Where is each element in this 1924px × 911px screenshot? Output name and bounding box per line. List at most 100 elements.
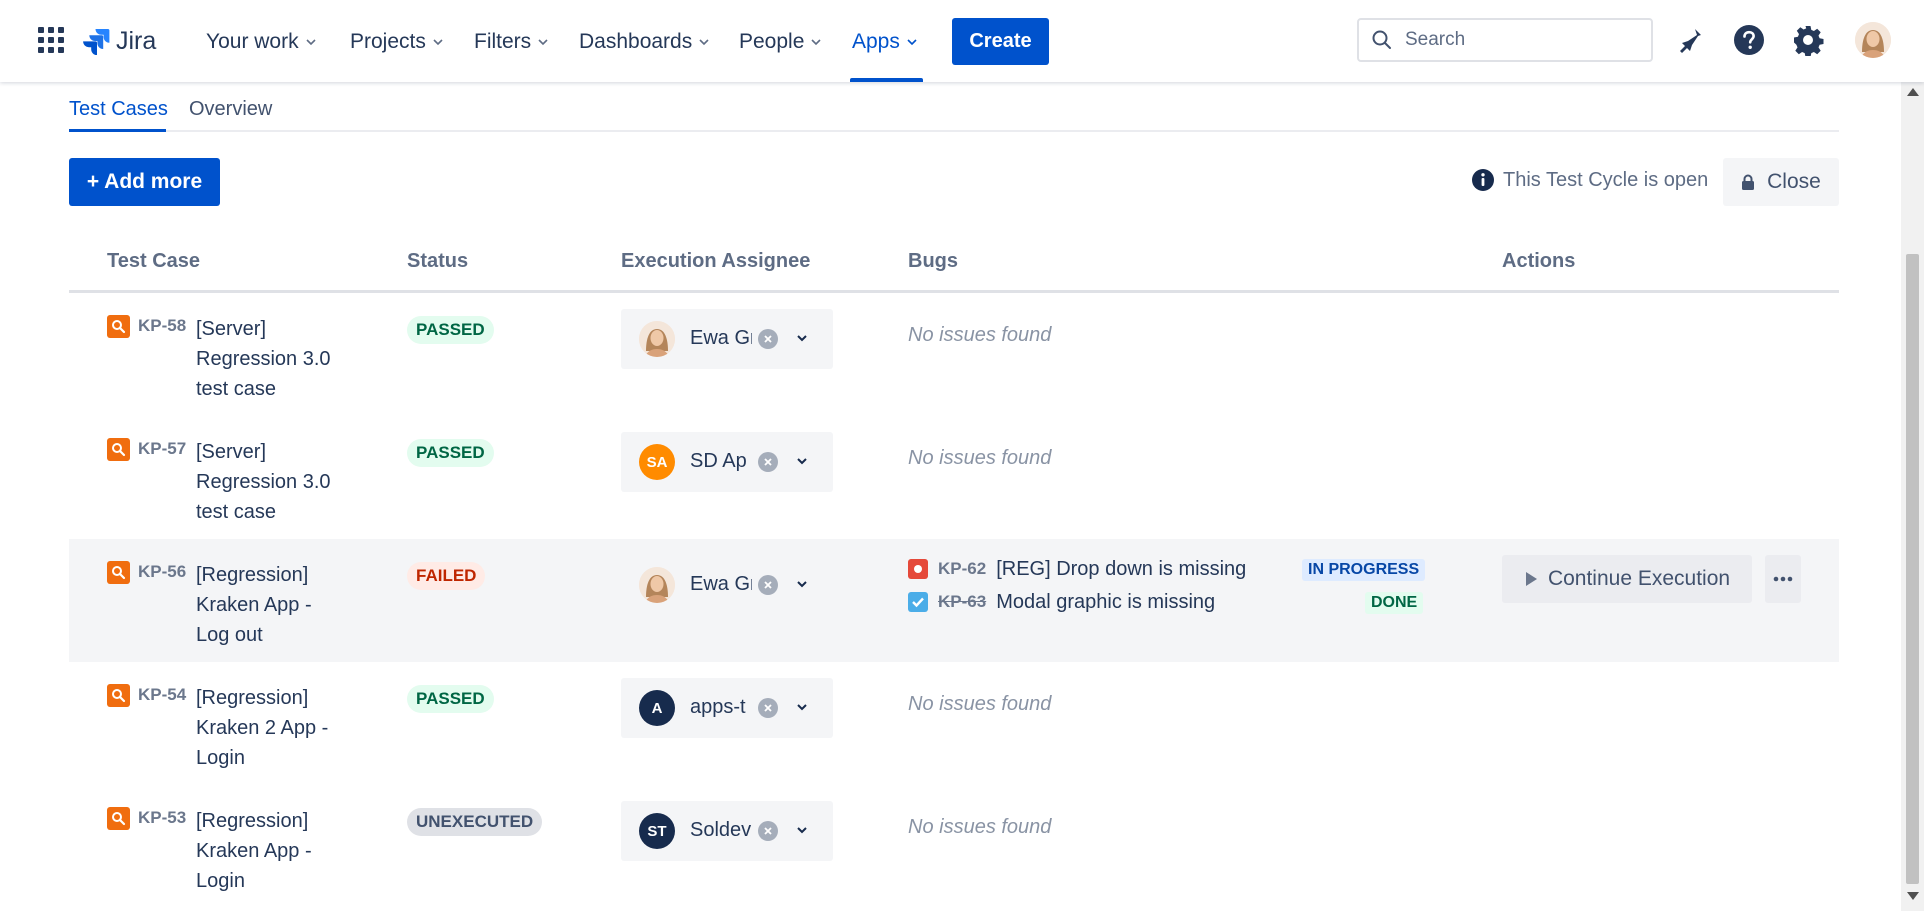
status-badge[interactable]: PASSED: [407, 316, 494, 344]
column-header-execution-assignee[interactable]: Execution Assignee: [621, 250, 810, 273]
test-case-key[interactable]: KP-56: [138, 562, 186, 582]
test-case-key[interactable]: KP-57: [138, 439, 186, 459]
add-more-button[interactable]: + Add more: [69, 158, 220, 206]
table-row[interactable]: KP-58 [Server] Regression 3.0 test case …: [69, 293, 1839, 416]
avatar: A: [639, 690, 675, 726]
notifications-button[interactable]: [1672, 22, 1708, 58]
nav-dashboards[interactable]: Dashboards: [579, 26, 709, 58]
nav-your-work[interactable]: Your work: [206, 26, 316, 58]
test-case-icon: [107, 807, 130, 830]
top-navigation: Jira Your work Projects Filters Dashboar…: [0, 0, 1924, 82]
create-button[interactable]: Create: [952, 18, 1049, 65]
table-row[interactable]: KP-57 [Server] Regression 3.0 test case …: [69, 416, 1839, 539]
clear-icon[interactable]: [758, 575, 778, 595]
magnifier-icon: [112, 566, 126, 580]
chevron-down-icon[interactable]: [795, 700, 809, 714]
play-icon: [1525, 572, 1537, 586]
nav-filters[interactable]: Filters: [474, 26, 548, 58]
column-header-bugs: Bugs: [908, 250, 958, 272]
chevron-down-icon[interactable]: [795, 577, 809, 591]
test-case-icon: [107, 684, 130, 707]
status-badge[interactable]: UNEXECUTED: [407, 808, 543, 836]
profile-avatar[interactable]: [1855, 22, 1891, 58]
close-cycle-button[interactable]: Close: [1723, 158, 1839, 206]
assignee-select[interactable]: SA SD Ap: [621, 432, 833, 492]
assignee-select[interactable]: ST Soldev: [621, 801, 833, 861]
assignee-select[interactable]: Ewa Gr: [621, 309, 833, 369]
chevron-down-icon[interactable]: [795, 331, 809, 345]
bug-item[interactable]: KP-63 Modal graphic is missing: [908, 588, 1215, 616]
nav-apps[interactable]: Apps: [852, 26, 917, 58]
column-header-status[interactable]: Status: [407, 250, 468, 273]
assignee-name: Ewa Gr: [690, 573, 752, 595]
status-badge[interactable]: PASSED: [407, 685, 494, 713]
status-badge[interactable]: PASSED: [407, 439, 494, 467]
nav-your-work-label: Your work: [206, 30, 299, 53]
test-case-icon: [107, 315, 130, 338]
chevron-down-icon[interactable]: [795, 823, 809, 837]
bug-title[interactable]: Modal graphic is missing: [996, 591, 1215, 614]
search-box[interactable]: [1357, 18, 1653, 62]
clear-icon[interactable]: [758, 329, 778, 349]
app-switcher-icon[interactable]: [38, 27, 64, 53]
scrollbar-thumb[interactable]: [1906, 254, 1919, 884]
nav-apps-label: Apps: [852, 30, 900, 53]
more-icon: [1773, 576, 1793, 582]
search-input[interactable]: [1403, 28, 1627, 52]
scroll-down-icon[interactable]: [1907, 892, 1919, 900]
assignee-name: SD Ap: [690, 450, 747, 472]
bug-key[interactable]: KP-62: [938, 559, 986, 579]
test-case-key[interactable]: KP-53: [138, 808, 186, 828]
tabs-divider: [69, 130, 1839, 132]
clear-icon[interactable]: [758, 821, 778, 841]
jira-logo[interactable]: Jira: [82, 24, 156, 58]
help-button[interactable]: [1731, 22, 1767, 58]
nav-people-label: People: [739, 30, 805, 53]
user-photo-icon: [639, 321, 675, 357]
chevron-down-icon[interactable]: [795, 454, 809, 468]
assignee-name: Ewa Gr: [690, 327, 752, 349]
bug-status-badge: IN PROGRESS: [1302, 559, 1426, 581]
assignee-select[interactable]: Ewa Gr: [621, 555, 833, 615]
nav-filters-label: Filters: [474, 30, 532, 53]
tab-overview[interactable]: Overview: [189, 98, 272, 121]
table-row[interactable]: KP-56 [Regression] Kraken App - Log out …: [69, 539, 1839, 662]
nav-projects[interactable]: Projects: [350, 26, 443, 58]
settings-button[interactable]: [1790, 22, 1826, 58]
test-case-key[interactable]: KP-58: [138, 316, 186, 336]
test-case-key[interactable]: KP-54: [138, 685, 186, 705]
nav-projects-label: Projects: [350, 30, 426, 53]
user-photo-icon: [639, 567, 675, 603]
tab-test-cases[interactable]: Test Cases: [69, 98, 168, 121]
test-case-title[interactable]: [Server] Regression 3.0 test case: [196, 437, 346, 527]
bug-title[interactable]: [REG] Drop down is missing: [996, 558, 1246, 581]
test-case-title[interactable]: [Regression] Kraken App - Login: [196, 806, 346, 896]
avatar: [639, 321, 675, 357]
continue-execution-button[interactable]: Continue Execution: [1502, 555, 1752, 603]
avatar: [639, 567, 675, 603]
test-case-title[interactable]: [Regression] Kraken App - Log out: [196, 560, 346, 650]
nav-active-indicator: [850, 78, 923, 82]
clear-icon[interactable]: [758, 698, 778, 718]
scroll-up-icon[interactable]: [1907, 88, 1919, 96]
column-header-test-case[interactable]: Test Case: [107, 250, 200, 273]
clear-icon[interactable]: [758, 452, 778, 472]
test-case-icon: [107, 561, 130, 584]
bug-key[interactable]: KP-63: [938, 592, 986, 612]
test-case-title[interactable]: [Server] Regression 3.0 test case: [196, 314, 346, 404]
assignee-select[interactable]: A apps-t: [621, 678, 833, 738]
info-icon: [1472, 169, 1494, 191]
test-case-title[interactable]: [Regression] Kraken 2 App - Login: [196, 683, 346, 773]
status-badge[interactable]: FAILED: [407, 562, 486, 590]
table-row[interactable]: KP-53 [Regression] Kraken App - Login UN…: [69, 785, 1839, 908]
nav-people[interactable]: People: [739, 26, 821, 58]
jira-logo-icon: [83, 29, 110, 55]
more-actions-button[interactable]: [1765, 555, 1801, 603]
bug-item[interactable]: KP-62 [REG] Drop down is missing: [908, 555, 1246, 583]
jira-logo-text: Jira: [116, 26, 157, 55]
cycle-status-text: This Test Cycle is open: [1503, 168, 1709, 191]
avatar: SA: [639, 444, 675, 480]
close-cycle-label: Close: [1767, 170, 1821, 193]
table-row[interactable]: KP-54 [Regression] Kraken 2 App - Login …: [69, 662, 1839, 785]
active-tab-indicator: [69, 129, 166, 132]
